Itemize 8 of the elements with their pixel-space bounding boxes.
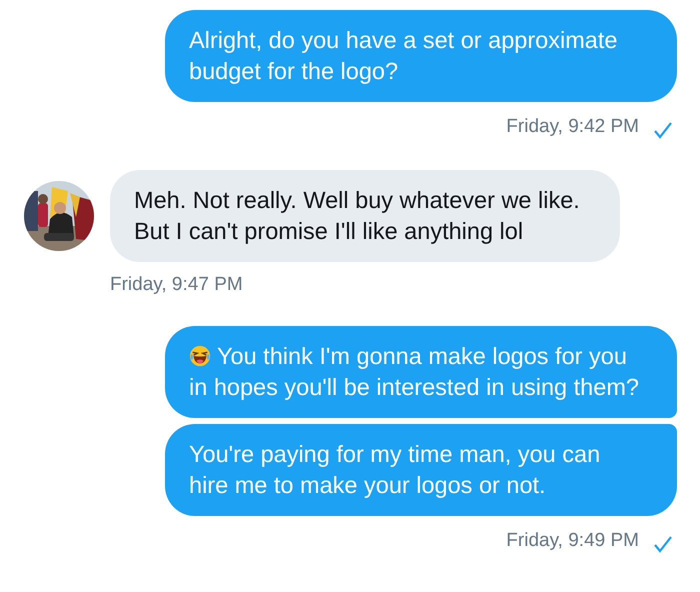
timestamp: Friday, 9:42 PM	[506, 116, 639, 138]
laughing-emoji-icon	[189, 345, 211, 367]
timestamp: Friday, 9:49 PM	[506, 530, 639, 552]
sent-message: You think I'm gonna make logos for you in hopes you'll be interested in using them?	[165, 326, 677, 418]
sent-message: You're paying for my time man, you can hire me to make your logos or not.	[165, 424, 677, 516]
sent-message: Alright, do you have a set or approximate budget for the logo?	[165, 10, 677, 102]
received-message: Meh. Not really. Well buy whatever we like. But I can't promise I'll like anything lol	[110, 170, 620, 262]
timestamp: Friday, 9:47 PM	[110, 274, 243, 296]
